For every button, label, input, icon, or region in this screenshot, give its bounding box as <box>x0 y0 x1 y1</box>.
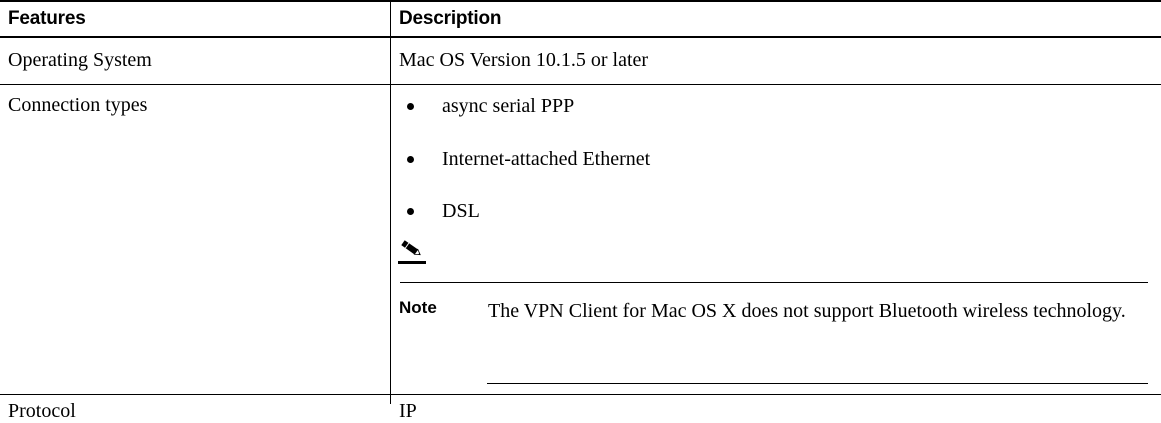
row-protocol-feature: Protocol <box>8 400 76 422</box>
features-table: Features Description Operating System Ma… <box>0 0 1161 422</box>
column-divider <box>390 0 391 404</box>
table-header: Features Description <box>0 0 1161 38</box>
bullet-icon <box>407 103 414 110</box>
note-top-rule <box>400 282 1148 283</box>
bullet-icon <box>407 208 414 215</box>
pencil-icon <box>398 240 426 264</box>
bullet-text: async serial PPP <box>442 95 575 117</box>
row-divider <box>0 84 1161 85</box>
note-bottom-rule <box>487 383 1148 384</box>
row-operating-system-description: Mac OS Version 10.1.5 or later <box>399 49 649 71</box>
row-protocol-description: IP <box>399 400 417 422</box>
header-features: Features <box>8 8 86 29</box>
row-operating-system-feature: Operating System <box>8 49 152 71</box>
note-text: The VPN Client for Mac OS X does not sup… <box>488 300 1126 322</box>
bullet-text: DSL <box>442 200 480 222</box>
bullet-icon <box>407 156 414 163</box>
header-description: Description <box>399 8 502 29</box>
row-divider <box>0 394 1161 395</box>
note-label: Note <box>399 298 437 317</box>
bullet-text: Internet-attached Ethernet <box>442 148 651 170</box>
row-connection-types-feature: Connection types <box>8 94 148 116</box>
